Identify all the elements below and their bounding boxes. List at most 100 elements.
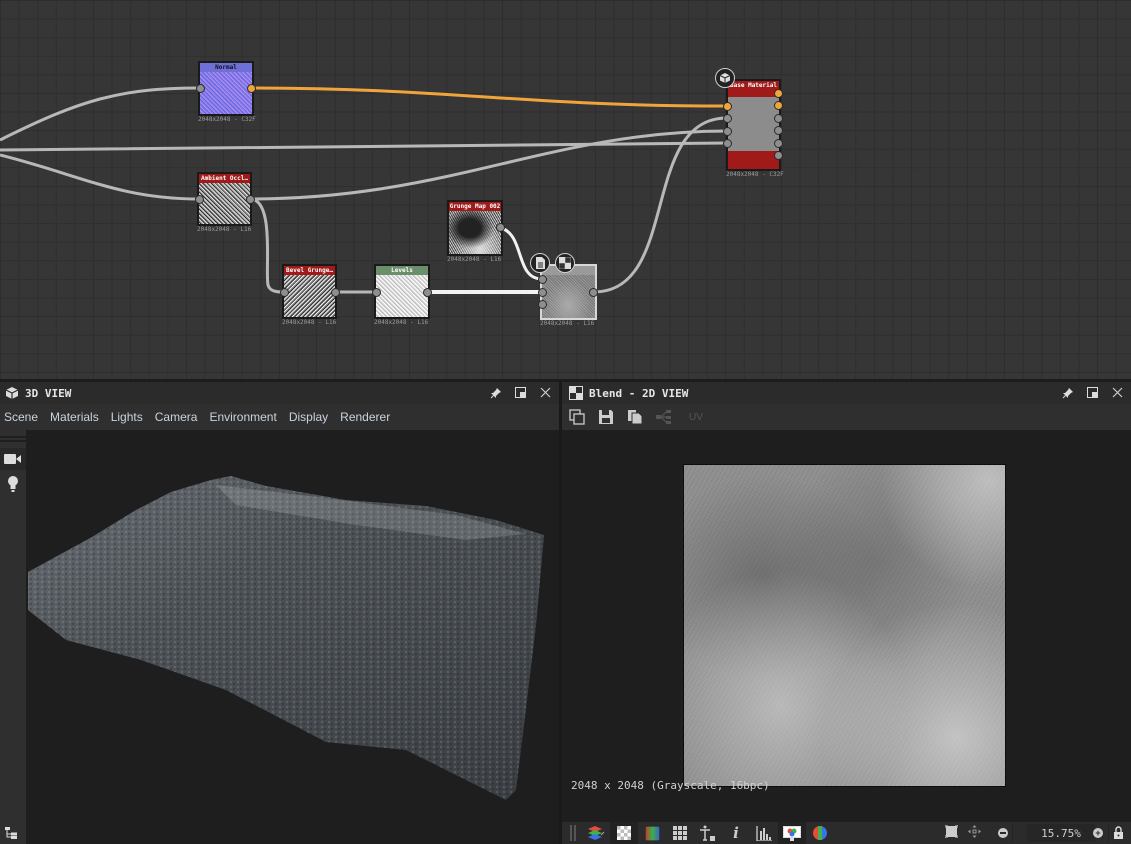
menu-scene[interactable]: Scene (4, 410, 38, 424)
wire-left-to-normal[interactable] (0, 86, 201, 142)
output-port[interactable] (246, 195, 255, 204)
figure-icon[interactable] (694, 822, 722, 844)
material-badge[interactable] (715, 68, 735, 88)
menu-materials[interactable]: Materials (50, 410, 99, 424)
hierarchy-icon[interactable] (5, 826, 21, 840)
menu-lights[interactable]: Lights (111, 410, 143, 424)
3d-viewport[interactable] (26, 430, 559, 844)
close-icon[interactable] (1110, 385, 1125, 400)
menu-camera[interactable]: Camera (155, 410, 198, 424)
output-port[interactable] (774, 101, 783, 110)
texture-preview (683, 464, 1006, 787)
pin-icon[interactable] (488, 385, 503, 400)
input-port[interactable] (538, 288, 547, 297)
input-port[interactable] (538, 275, 547, 284)
color-display-icon[interactable] (778, 822, 806, 844)
checker-icon (569, 386, 583, 400)
node-levels[interactable]: Levels 2048x2048 - L16 (374, 264, 430, 326)
output-port[interactable] (774, 114, 783, 123)
camera-icon[interactable] (0, 448, 26, 470)
layers-icon[interactable] (582, 822, 610, 844)
node-title: Ambient Occl… (199, 174, 250, 183)
output-port[interactable] (331, 288, 340, 297)
node-thumbnail (449, 211, 501, 254)
grip (570, 825, 572, 841)
output-port[interactable] (774, 151, 783, 160)
image-info: 2048 x 2048 (Grayscale, 16bpc) (571, 779, 770, 792)
input-port[interactable] (195, 195, 204, 204)
gradient-icon[interactable] (638, 822, 666, 844)
output-port[interactable] (589, 288, 598, 297)
input-port[interactable] (280, 288, 289, 297)
close-icon[interactable] (538, 385, 553, 400)
histogram-icon[interactable] (750, 822, 778, 844)
node-thumbnail (200, 72, 252, 114)
output-badge[interactable] (530, 253, 550, 273)
input-port[interactable] (538, 300, 547, 309)
zoom-level-field[interactable]: 15.75% (1027, 824, 1095, 842)
grip (574, 825, 576, 841)
2d-viewport[interactable]: 2048 x 2048 (Grayscale, 16bpc) (562, 430, 1131, 822)
node-body (728, 97, 779, 151)
share-icon[interactable] (655, 408, 673, 426)
menu-environment[interactable]: Environment (209, 410, 276, 424)
panel-titlebar: 3D VIEW (0, 382, 559, 404)
lock-icon[interactable] (1114, 826, 1123, 844)
lightbulb-icon[interactable] (4, 474, 22, 494)
output-port[interactable] (496, 223, 505, 232)
fit-icon[interactable] (944, 824, 959, 843)
pan-icon[interactable] (968, 825, 981, 843)
node-grunge-map[interactable]: Grunge Map 002 2048x2048 - L16 (447, 200, 503, 263)
output-port[interactable] (247, 84, 256, 93)
input-port[interactable] (372, 288, 381, 297)
output-port[interactable] (774, 126, 783, 135)
input-port[interactable] (723, 102, 732, 111)
node-graph-canvas[interactable]: Normal 2048x2048 - C32F Base Material 20… (0, 0, 1131, 379)
float-icon[interactable] (1085, 385, 1100, 400)
node-base-material[interactable]: Base Material 2048x2048 - C32F (726, 79, 784, 178)
node-caption: 2048x2048 - C32F (198, 116, 256, 123)
save-icon[interactable] (597, 408, 615, 426)
checker-icon[interactable] (610, 822, 638, 844)
zoom-out-button[interactable] (998, 828, 1008, 838)
node-thumbnail (284, 275, 335, 317)
wire-ao-to-material[interactable] (249, 129, 728, 201)
node-caption: 2048x2048 - L16 (447, 256, 502, 263)
panel-titlebar: Blend - 2D VIEW (562, 382, 1131, 404)
wire-left-to-ao[interactable] (0, 153, 200, 201)
info-icon[interactable]: i (722, 822, 750, 844)
menu-display[interactable]: Display (289, 410, 328, 424)
cube-icon (719, 73, 731, 83)
wire-left-to-material[interactable] (0, 141, 728, 152)
output-port[interactable] (774, 139, 783, 148)
node-thumbnail (542, 275, 595, 318)
input-port[interactable] (723, 114, 732, 123)
panel-3d-view: 3D VIEW Scene Materials Lights Camera En… (0, 382, 559, 844)
cube-icon (5, 387, 19, 399)
paste-icon[interactable] (626, 408, 644, 426)
input-port[interactable] (196, 84, 205, 93)
wire-ao-to-bevel[interactable] (249, 197, 285, 294)
pin-icon[interactable] (1060, 385, 1075, 400)
copy-view-icon[interactable] (568, 408, 586, 426)
node-title: Bevel Grunge… (284, 266, 335, 275)
wire-normal-to-material[interactable] (250, 86, 728, 108)
input-port[interactable] (723, 127, 732, 136)
grid-icon[interactable] (666, 822, 694, 844)
view-toolbar: UV (562, 404, 1131, 430)
node-ambient-occlusion[interactable]: Ambient Occl… 2048x2048 - L16 (197, 172, 252, 233)
output-port[interactable] (774, 89, 783, 98)
input-port[interactable] (723, 139, 732, 148)
float-icon[interactable] (513, 385, 528, 400)
output-port[interactable] (423, 288, 432, 297)
node-normal[interactable]: Normal 2048x2048 - C32F (198, 61, 256, 123)
rgb-channels-icon[interactable] (806, 822, 834, 844)
node-bevel-grunge[interactable]: Bevel Grunge… 2048x2048 - L16 (282, 264, 337, 326)
uv-icon[interactable]: UV (684, 408, 708, 426)
menu-renderer[interactable]: Renderer (340, 410, 390, 424)
node-title: Grunge Map 002 (449, 202, 501, 211)
preview-badge[interactable] (555, 253, 575, 273)
grip (0, 436, 26, 438)
zoom-in-button[interactable]: + (1093, 828, 1103, 838)
node-title: Normal (200, 63, 252, 72)
